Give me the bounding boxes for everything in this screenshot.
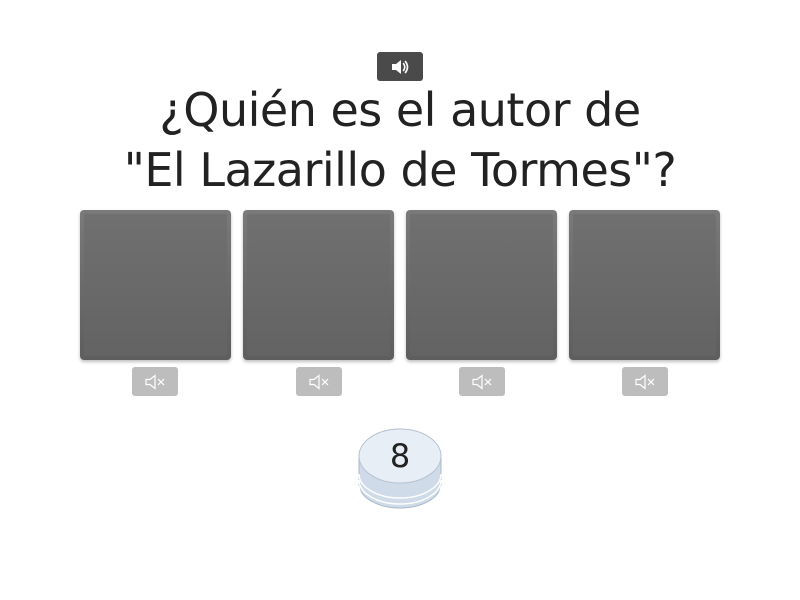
answer-tile-4[interactable] [569,210,720,360]
question-text: ¿Quién es el autor de "El Lazarillo de T… [60,80,740,200]
speaker-icon [392,59,409,74]
remaining-questions-counter: 8 [358,428,442,514]
answer-tile-3[interactable] [406,210,557,360]
speaker-muted-icon [472,373,492,390]
tile-1-audio-button[interactable] [132,367,178,396]
tile-3-audio-button[interactable] [459,367,505,396]
quiz-stage: ¿Quién es el autor de "El Lazarillo de T… [0,0,800,600]
speaker-muted-icon [309,373,329,390]
answer-tile-2[interactable] [243,210,394,360]
read-question-button[interactable] [377,52,423,81]
counter-value: 8 [389,437,411,475]
speaker-muted-icon [635,373,655,390]
tile-2-audio-button[interactable] [296,367,342,396]
tile-4-audio-button[interactable] [622,367,668,396]
question-line-1: ¿Quién es el autor de [159,83,641,137]
answer-tile-1[interactable] [80,210,231,360]
answer-tiles [80,210,720,360]
question-line-2: "El Lazarillo de Tormes"? [123,143,677,197]
speaker-muted-icon [145,373,165,390]
